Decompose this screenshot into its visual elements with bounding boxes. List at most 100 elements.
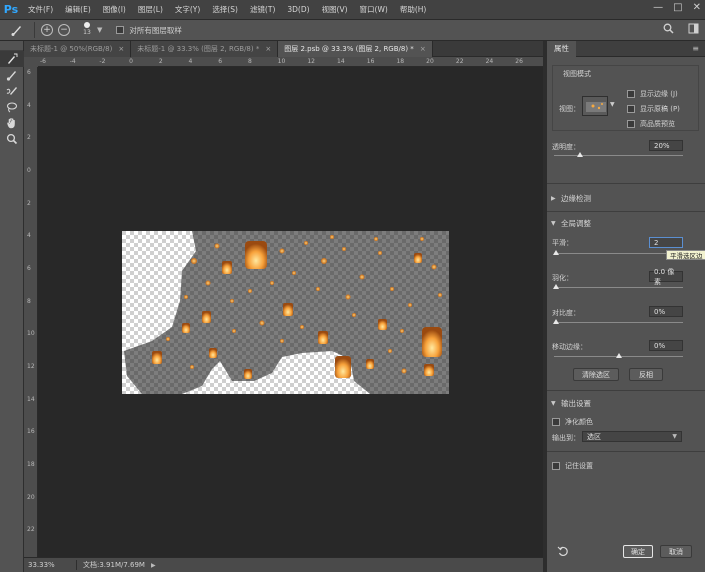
- menu-filter[interactable]: 滤镜(T): [244, 4, 281, 15]
- show-original-checkbox[interactable]: 显示原稿 (P): [627, 104, 680, 114]
- tab-document-3[interactable]: 图层 2.psb @ 33.3% (图层 2, RGB/8) * ×: [278, 41, 433, 57]
- smooth-tooltip: 平滑选区边: [666, 250, 705, 260]
- opacity-input[interactable]: 20%: [649, 140, 683, 151]
- status-bar: 33.33% 文档:3.91M/7.69M ▶: [24, 557, 543, 572]
- document-image: [122, 231, 449, 394]
- feather-input[interactable]: 0.0 像素: [649, 268, 683, 286]
- menu-help[interactable]: 帮助(H): [394, 4, 433, 15]
- clear-selection-button[interactable]: 清除选区: [573, 368, 619, 381]
- smooth-input[interactable]: 2: [649, 237, 683, 248]
- ruler-corner[interactable]: [24, 57, 38, 67]
- menu-edit[interactable]: 编辑(E): [59, 4, 97, 15]
- ruler-tick-label: 14: [337, 58, 345, 65]
- panel-menu-icon[interactable]: ≡: [692, 44, 699, 53]
- menu-file[interactable]: 文件(F): [22, 4, 59, 15]
- ruler-tick-label: 2: [27, 199, 31, 207]
- ruler-tick-label: 6: [218, 58, 223, 65]
- ruler-tick-label: 16: [27, 428, 35, 436]
- show-edge-checkbox[interactable]: 显示边缘 (J): [627, 89, 678, 99]
- reset-icon[interactable]: [557, 545, 569, 557]
- chevron-down-icon[interactable]: ▼: [610, 101, 615, 108]
- close-tab-icon[interactable]: ×: [118, 45, 124, 53]
- feather-slider-track[interactable]: [554, 287, 683, 288]
- ruler-tick-label: 0: [129, 58, 133, 65]
- feather-slider-thumb[interactable]: [553, 284, 559, 289]
- global-refinements-section[interactable]: ▼ 全局调整: [547, 216, 705, 230]
- ruler-tick-label: 4: [27, 232, 31, 240]
- brush-icon: [11, 26, 21, 36]
- checkbox-box[interactable]: [116, 26, 125, 34]
- ruler-tick-label: 4: [188, 58, 193, 65]
- opacity-label: 透明度：: [552, 143, 580, 151]
- menu-3d[interactable]: 3D(D): [281, 5, 315, 14]
- view-label: 视图：: [559, 105, 580, 113]
- smooth-slider-track[interactable]: [554, 253, 683, 254]
- shift-edge-slider-thumb[interactable]: [616, 353, 622, 358]
- minimize-button[interactable]: —: [653, 2, 663, 13]
- tab-document-2[interactable]: 未标题-1 @ 33.3% (图层 2, RGB/8) * ×: [131, 41, 279, 57]
- invert-button[interactable]: 反相: [629, 368, 663, 381]
- ruler-tick-label: 0: [27, 167, 31, 174]
- menu-type[interactable]: 文字(Y): [169, 4, 206, 15]
- chevron-right-icon: ▶: [551, 194, 556, 202]
- close-tab-icon[interactable]: ×: [265, 45, 271, 53]
- refine-edge-brush-tool[interactable]: [0, 83, 24, 99]
- brush-size-picker[interactable]: 13: [79, 21, 95, 39]
- menu-view[interactable]: 视图(V): [316, 4, 354, 15]
- ruler-tick-label: 20: [27, 493, 35, 501]
- opacity-slider-thumb[interactable]: [577, 152, 583, 157]
- contrast-slider-track[interactable]: [554, 322, 683, 323]
- chevron-right-icon[interactable]: ▶: [151, 562, 156, 569]
- refine-edge-brush-icon: [6, 87, 17, 95]
- lasso-icon: [6, 102, 18, 113]
- menu-layer[interactable]: 图层(L): [132, 4, 169, 15]
- contrast-slider-thumb[interactable]: [553, 319, 559, 324]
- ruler-tick-label: 16: [366, 58, 375, 65]
- ok-button[interactable]: 确定: [623, 545, 653, 558]
- smooth-slider-thumb[interactable]: [553, 250, 559, 255]
- refine-radius-tool[interactable]: [0, 51, 24, 67]
- search-icon[interactable]: [663, 23, 674, 34]
- zoom-tool[interactable]: [0, 131, 24, 147]
- tab-document-1[interactable]: 未标题-1 @ 50%(RGB/8) ×: [24, 41, 132, 57]
- view-mode-thumbnail[interactable]: [582, 96, 608, 116]
- close-button[interactable]: ✕: [693, 2, 701, 13]
- ruler-tick-label: 8: [247, 58, 252, 65]
- panel-grip[interactable]: [0, 41, 23, 51]
- high-quality-preview-checkbox[interactable]: 高品质预览: [627, 119, 675, 129]
- decontaminate-colors-checkbox[interactable]: 净化颜色: [552, 417, 593, 427]
- output-to-select[interactable]: 选区 ▼: [582, 431, 682, 442]
- ruler-tick-label: 8: [27, 297, 31, 305]
- vertical-ruler[interactable]: 6 4 2 0 2 4 6 8 10 12 14 16 18 20 22: [24, 67, 38, 557]
- tab-properties[interactable]: 属性: [547, 40, 576, 57]
- ruler-tick-label: 12: [307, 58, 315, 65]
- menu-image[interactable]: 图像(I): [97, 4, 132, 15]
- remember-settings-checkbox[interactable]: 记住设置: [552, 461, 593, 471]
- menu-window[interactable]: 窗口(W): [354, 4, 394, 15]
- brush-icon: [6, 71, 16, 81]
- close-tab-icon[interactable]: ×: [420, 45, 426, 53]
- shift-edge-input[interactable]: 0%: [649, 340, 683, 351]
- zoom-level[interactable]: 33.33%: [24, 561, 55, 569]
- brush-tool[interactable]: [0, 67, 24, 83]
- cancel-button[interactable]: 取消: [660, 545, 692, 558]
- view-mode-title: 视图模式: [563, 70, 591, 78]
- chevron-down-icon[interactable]: ▼: [97, 26, 102, 34]
- zoom-icon: [6, 133, 18, 145]
- edge-detection-section[interactable]: ▶ 边缘检测: [547, 191, 705, 205]
- opacity-slider-track[interactable]: [554, 155, 683, 156]
- horizontal-ruler[interactable]: -6 -4 -2 0 2 4 6 8 10 12 14 16 18 20 22 24 26: [38, 57, 543, 67]
- maximize-button[interactable]: □: [673, 2, 682, 13]
- sample-all-layers-checkbox[interactable]: 对所有图层取样: [116, 25, 182, 36]
- menu-select[interactable]: 选择(S): [206, 4, 244, 15]
- lasso-tool[interactable]: [0, 99, 24, 115]
- canvas-area[interactable]: [38, 67, 543, 557]
- workspace-icon[interactable]: [688, 23, 699, 34]
- contrast-input[interactable]: 0%: [649, 306, 683, 317]
- tool-preset-picker[interactable]: [6, 21, 28, 39]
- menu-bar: Ps 文件(F) 编辑(E) 图像(I) 图层(L) 文字(Y) 选择(S) 滤…: [0, 0, 705, 19]
- output-settings-section[interactable]: ▼ 输出设置: [547, 396, 705, 410]
- add-to-selection-button[interactable]: +: [41, 24, 53, 36]
- subtract-from-selection-button[interactable]: −: [58, 24, 70, 36]
- hand-tool[interactable]: [0, 115, 24, 131]
